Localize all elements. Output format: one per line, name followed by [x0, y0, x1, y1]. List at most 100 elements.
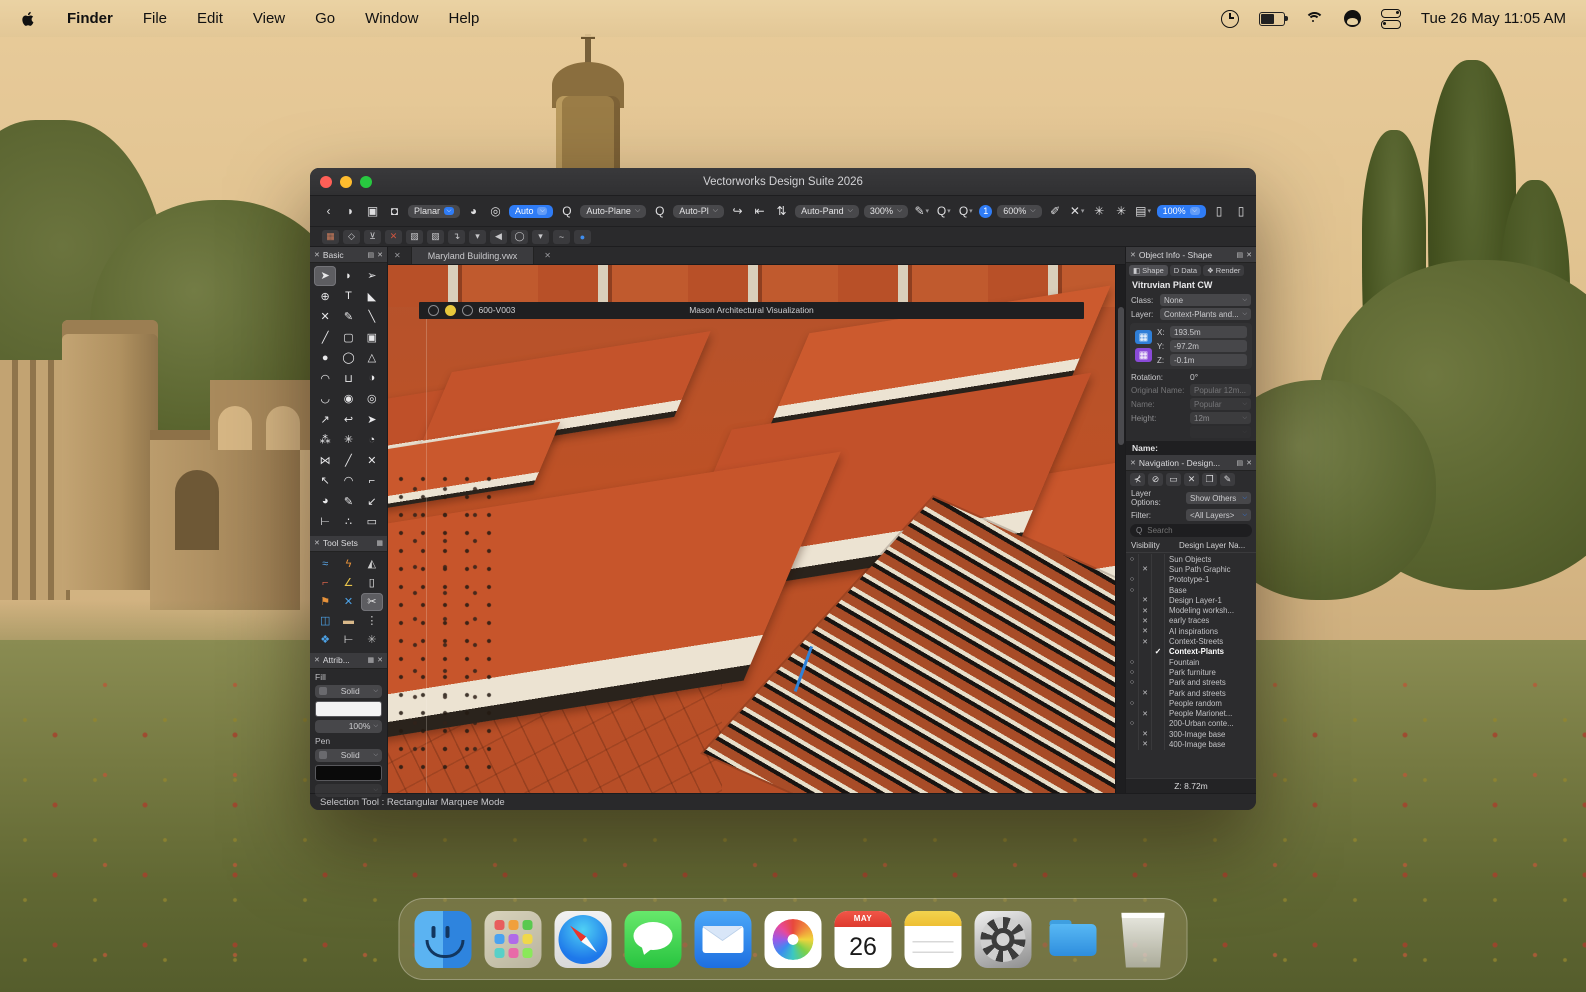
basic-tool-38[interactable]: ▭	[361, 512, 383, 532]
zoom-out-icon[interactable]: Q ▾	[957, 204, 974, 218]
visibility-cell[interactable]: ○	[1126, 667, 1139, 678]
visibility-cell[interactable]: ✕	[1139, 615, 1152, 627]
mode-button-12[interactable]: ●	[574, 229, 591, 244]
panel-menu-icon[interactable]: ▤	[1237, 251, 1244, 259]
visibility-cell[interactable]: ○	[1126, 677, 1139, 688]
visibility-cell[interactable]	[1152, 656, 1165, 668]
layer-row-11[interactable]: ○ Park furniture	[1126, 667, 1256, 678]
visibility-cell[interactable]	[1152, 584, 1165, 596]
basic-tool-32[interactable]: ⌐	[361, 471, 383, 491]
visibility-cell[interactable]	[1152, 708, 1165, 719]
menu-finder[interactable]: Finder	[67, 10, 113, 27]
opacity-stepper[interactable]: 100% ⌵	[1156, 204, 1206, 218]
window-titlebar[interactable]: Vectorworks Design Suite 2026	[310, 168, 1256, 196]
lasso-icon[interactable]: ◗	[342, 204, 359, 218]
toolset-6[interactable]: ⚑	[314, 593, 336, 611]
mode-button-11[interactable]: ~	[553, 229, 570, 244]
visibility-cell[interactable]	[1152, 574, 1165, 585]
basic-tool-34[interactable]: ✎	[337, 492, 359, 512]
back-icon[interactable]: ‹	[320, 204, 337, 218]
basic-tool-17[interactable]: ◑	[361, 369, 383, 389]
pen-mode-select[interactable]: Solid ⌵	[315, 748, 382, 762]
layer-name[interactable]: AI inspirations	[1165, 627, 1218, 636]
menu-file[interactable]: File	[143, 10, 167, 27]
dock-mail-icon[interactable]	[694, 910, 752, 968]
basic-tool-18[interactable]: ◡	[314, 389, 336, 409]
layer-name[interactable]: Design Layer-1	[1165, 596, 1222, 605]
auto-pand-select[interactable]: Auto-Pand ⌵	[795, 204, 859, 218]
visibility-cell[interactable]	[1152, 636, 1165, 647]
visibility-cell[interactable]	[1152, 626, 1165, 637]
layer-name[interactable]: Context-Streets	[1165, 637, 1223, 646]
dock-safari-icon[interactable]	[554, 910, 612, 968]
layer-row-14[interactable]: ○ People random	[1126, 698, 1256, 709]
original-name-field[interactable]: Popular 12m...	[1190, 384, 1251, 396]
snap-object-icon[interactable]: ✳	[1113, 204, 1130, 218]
delete-layer-icon[interactable]: ✕	[1184, 473, 1199, 486]
layer-name[interactable]: Context-Plants	[1165, 647, 1224, 656]
menu-help[interactable]: Help	[449, 10, 480, 27]
basic-tool-11[interactable]: ▣	[361, 328, 383, 348]
basic-tool-15[interactable]: ◠	[314, 369, 336, 389]
close-icon[interactable]: ✕	[394, 251, 401, 260]
mode-button-0[interactable]: ▦	[322, 229, 339, 244]
layer-row-15[interactable]: ✕ People Marionet...	[1126, 708, 1256, 719]
info-badge[interactable]: 1	[979, 204, 993, 218]
no-entry-icon[interactable]: ⊘	[1148, 473, 1163, 486]
align-cursor-icon[interactable]: ⇤	[751, 204, 768, 218]
zoom-button[interactable]	[360, 175, 372, 188]
visibility-cell[interactable]	[1152, 615, 1165, 627]
basic-tool-35[interactable]: ↙	[361, 492, 383, 512]
layer-row-12[interactable]: ○ Park and streets	[1126, 677, 1256, 688]
basic-tool-23[interactable]: ➤	[361, 410, 383, 430]
visibility-cell[interactable]	[1126, 687, 1139, 699]
name-column-header[interactable]: Design Layer Na...	[1179, 541, 1245, 550]
open-doc-icon[interactable]: ▯	[1233, 204, 1250, 218]
basic-tool-29[interactable]: ✕	[361, 451, 383, 471]
basic-tool-30[interactable]: ↖	[314, 471, 336, 491]
close-icon[interactable]: ✕	[1246, 459, 1252, 467]
basic-tool-3[interactable]: ⊕	[314, 287, 336, 307]
height-field[interactable]: 12m ⌵	[1190, 412, 1251, 424]
zoom-in-icon[interactable]: Q ▾	[935, 204, 952, 218]
layer-name[interactable]: Base	[1165, 586, 1187, 595]
layer-name[interactable]: 200-Urban conte...	[1165, 719, 1234, 728]
minimize-button[interactable]	[340, 175, 352, 188]
layer-name[interactable]: 400-Image base	[1165, 740, 1225, 749]
visibility-cell[interactable]: ✕	[1139, 564, 1152, 575]
visibility-cell[interactable]	[1152, 605, 1165, 616]
dock-notes-icon[interactable]	[904, 910, 962, 968]
visibility-cell[interactable]: ✕	[1139, 605, 1152, 616]
close-icon[interactable]: ✕	[1130, 459, 1136, 467]
visibility-cell[interactable]	[1152, 595, 1165, 606]
visibility-cell[interactable]	[1152, 739, 1165, 750]
document-tab[interactable]: Maryland Building.vwx	[410, 247, 535, 264]
style-pen-icon[interactable]: ✎ ▾	[913, 204, 930, 218]
rectangle-tool-icon[interactable]: ▭	[1166, 473, 1181, 486]
visibility-cell[interactable]: ✕	[1139, 739, 1152, 750]
object-box-icon[interactable]: ▣	[364, 204, 381, 218]
layer-select[interactable]: Context-Plants and... ⌵	[1160, 308, 1251, 320]
toolset-9[interactable]: ◫	[314, 612, 336, 630]
layer-row-6[interactable]: ✕ early traces	[1126, 615, 1256, 627]
rotate-icon[interactable]: ◕	[465, 204, 482, 218]
toolset-5[interactable]: ▯	[361, 574, 383, 592]
toolset-8[interactable]: ✂	[360, 592, 383, 611]
user-icon[interactable]	[1343, 10, 1361, 27]
layer-name[interactable]: early traces	[1165, 616, 1209, 625]
zoom2-icon[interactable]: Q	[651, 204, 668, 218]
toolset-11[interactable]: ⋮	[361, 612, 383, 630]
visibility-cell[interactable]	[1126, 708, 1139, 719]
mode-button-8[interactable]: ◀	[490, 229, 507, 244]
visibility-cell[interactable]	[1126, 626, 1139, 637]
panel-menu-icon[interactable]: ▦	[376, 539, 383, 547]
panel-menu-icon[interactable]: ▦	[368, 656, 375, 664]
close-icon[interactable]: ✕	[377, 656, 383, 664]
layer-name[interactable]: Park and streets	[1165, 689, 1226, 698]
layer-row-2[interactable]: ○ Prototype-1	[1126, 574, 1256, 585]
visibility-cell[interactable]: ○	[1126, 584, 1139, 596]
auto-plane-select[interactable]: Auto-Plane ⌵	[580, 204, 647, 218]
layer-name[interactable]: Fountain	[1165, 658, 1199, 667]
visibility-cell[interactable]	[1126, 636, 1139, 647]
visibility-cell[interactable]: ✕	[1139, 729, 1152, 740]
